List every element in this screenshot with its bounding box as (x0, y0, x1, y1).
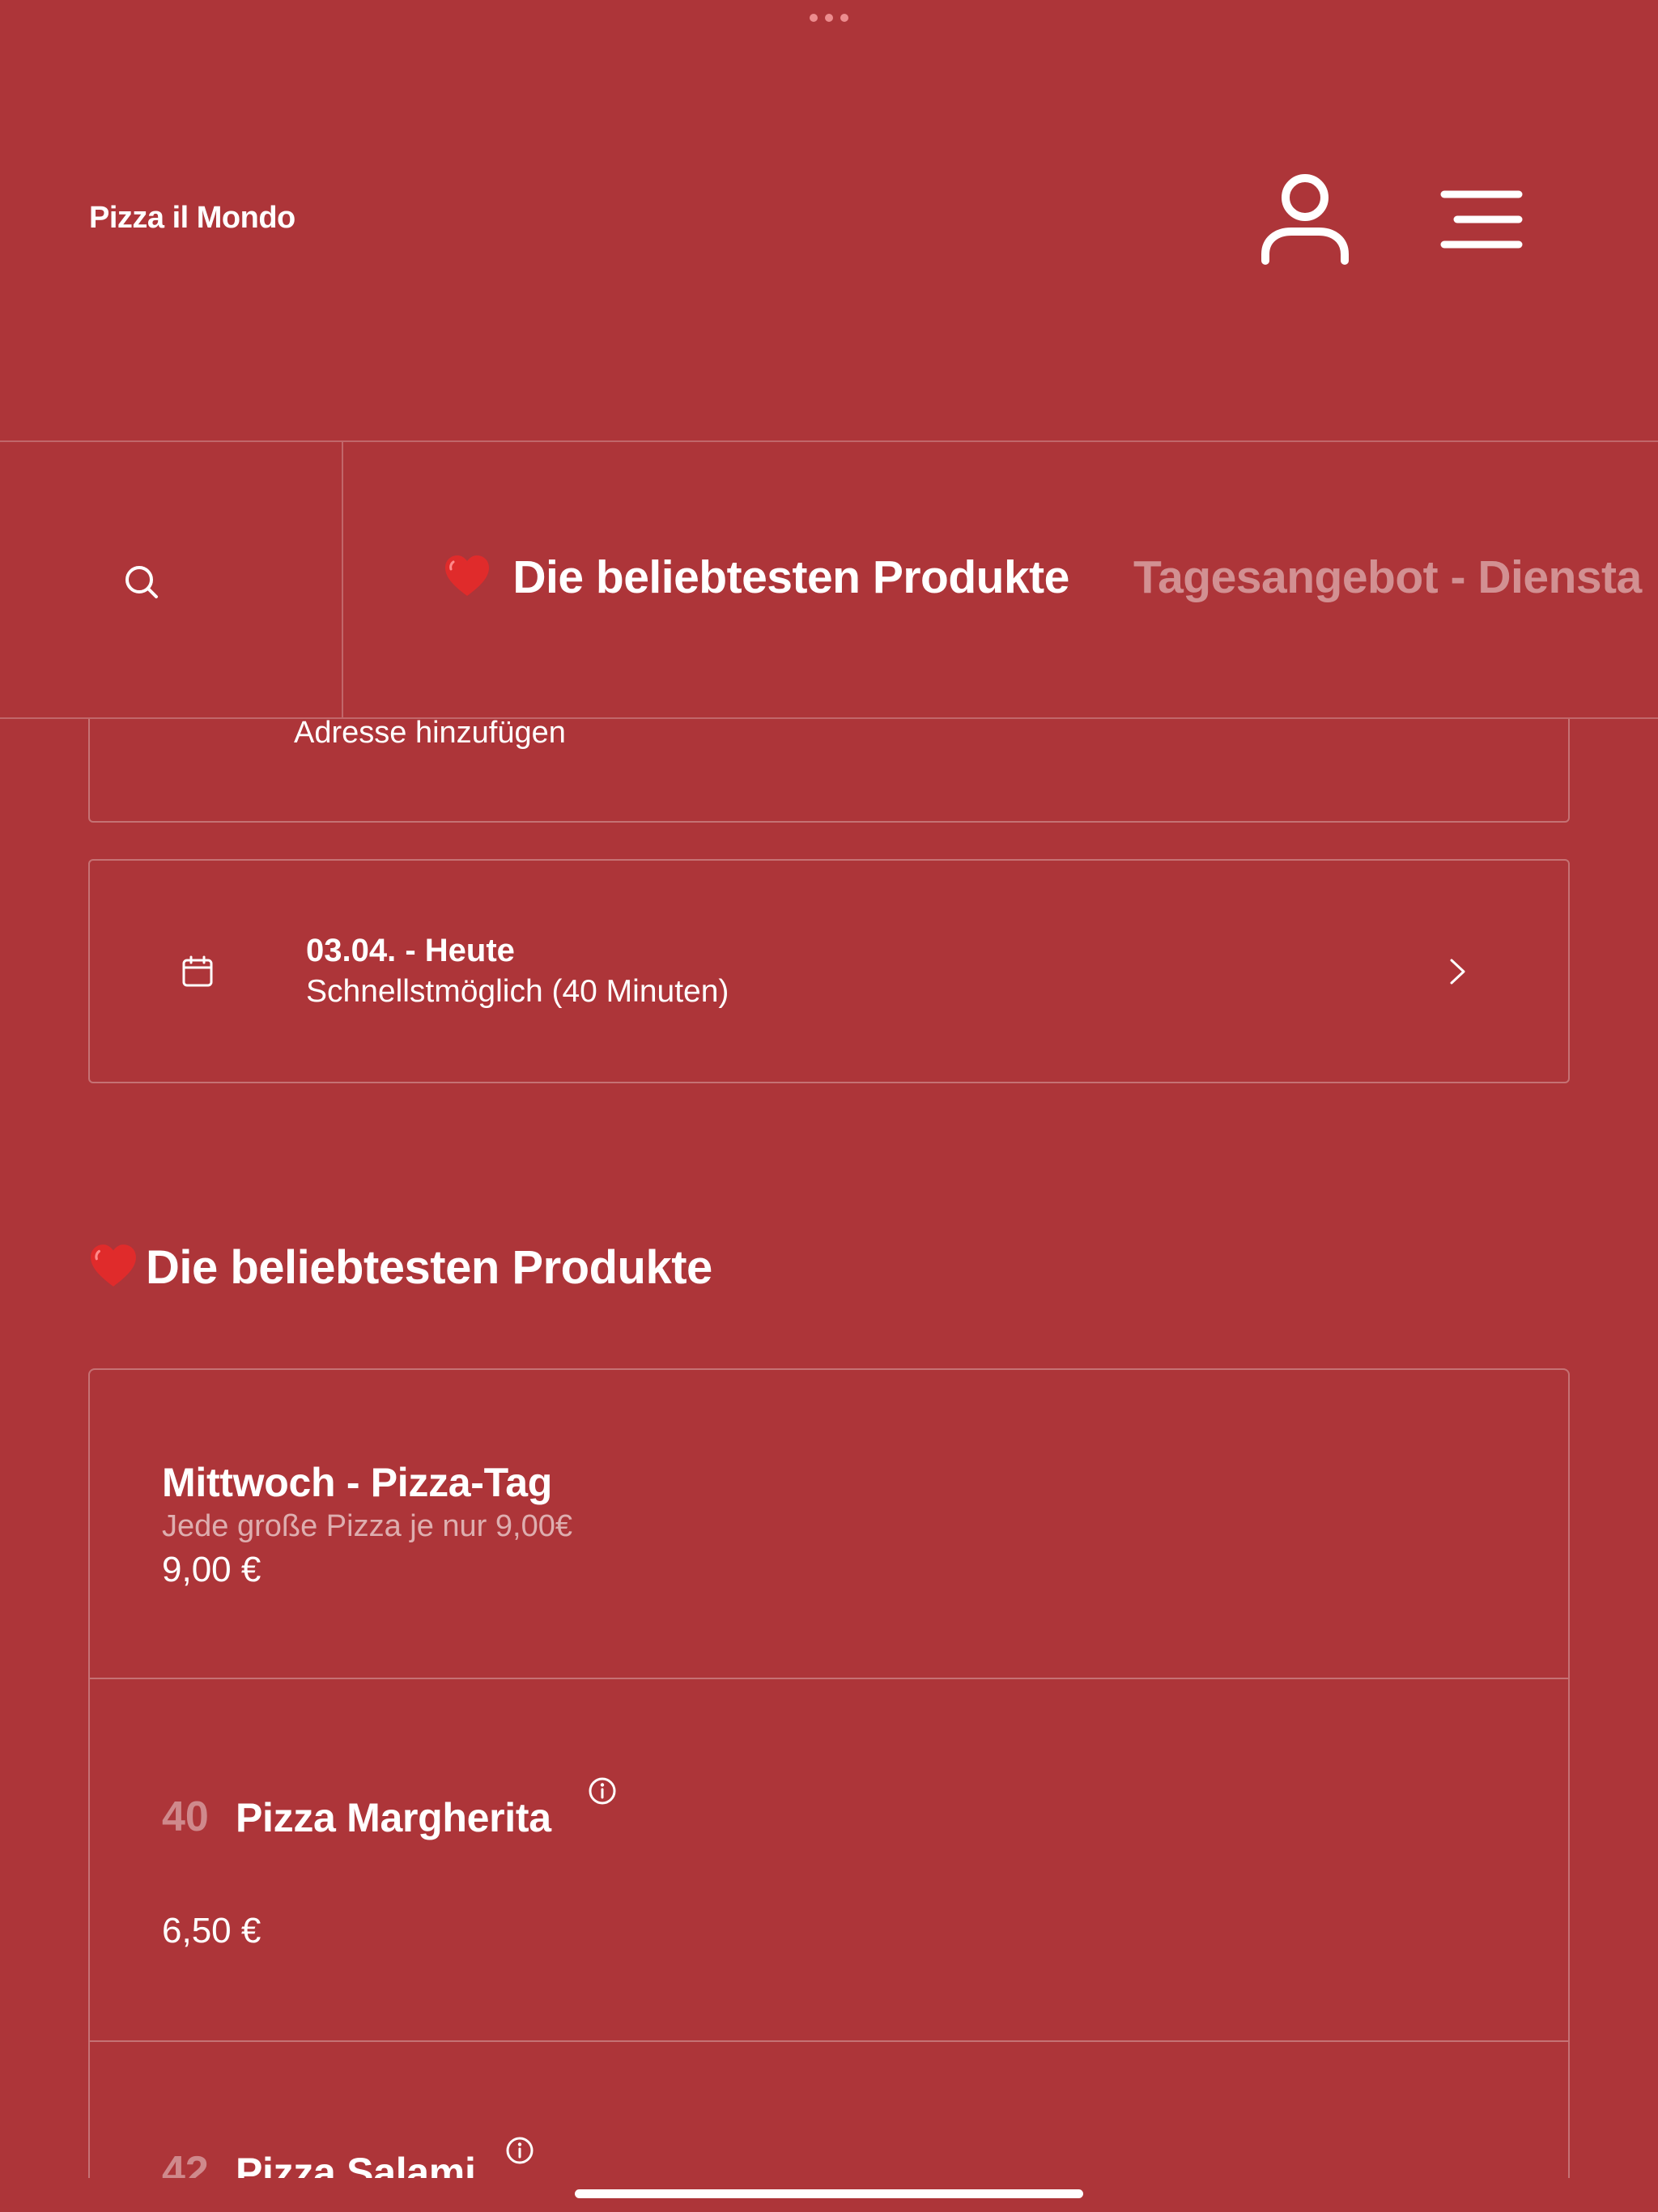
search-icon (125, 566, 158, 598)
product-name: Mittwoch - Pizza-Tag (162, 1460, 552, 1505)
window-drag-handle[interactable] (810, 14, 848, 23)
hamburger-menu-icon (1440, 190, 1523, 249)
heart-icon (91, 1244, 136, 1287)
delivery-time-card[interactable] (88, 859, 1570, 1083)
account-button[interactable] (1259, 170, 1352, 267)
product-list: Mittwoch - Pizza-Tag Jede große Pizza je… (88, 1368, 1570, 2178)
address-text: Adresse hinzufügen (294, 716, 566, 750)
product-description: Jede große Pizza je nur 9,00€ (162, 1509, 572, 1543)
heart-icon (444, 551, 512, 604)
home-indicator[interactable] (575, 2189, 1083, 2198)
product-number: 40 (162, 1793, 209, 1840)
product-name: Pizza Margherita (236, 1795, 551, 1840)
brand-title[interactable]: Pizza il Mondo (89, 201, 295, 236)
chevron-right-icon (1450, 959, 1465, 985)
person-icon (1261, 174, 1349, 265)
menu-button[interactable] (1439, 188, 1524, 251)
dot (810, 14, 818, 22)
dot (840, 14, 848, 22)
info-icon[interactable] (505, 2136, 534, 2165)
section-title: Die beliebtesten Produkte (89, 1240, 712, 1295)
delivery-date: 03.04. - Heute (306, 933, 515, 968)
tab-label: Die beliebtesten Produkte (512, 551, 1069, 603)
product-price: 6,50 € (162, 1911, 261, 1950)
section-title-text: Die beliebtesten Produkte (146, 1241, 712, 1294)
calendar-icon (182, 955, 213, 987)
tab-popular-products[interactable]: Die beliebtesten Produkte (444, 551, 1069, 604)
product-row[interactable]: 42 Pizza Salami (90, 2042, 1568, 2178)
product-number: 42 (162, 2148, 209, 2178)
product-price: 9,00 € (162, 1550, 261, 1589)
search-button[interactable] (0, 442, 343, 717)
product-name: Pizza Salami (236, 2150, 476, 2178)
product-row[interactable]: 40 Pizza Margherita 6,50 € (90, 1679, 1568, 2040)
dot (825, 14, 833, 22)
product-row[interactable]: Mittwoch - Pizza-Tag Jede große Pizza je… (90, 1370, 1568, 1678)
delivery-eta: Schnellstmöglich (40 Minuten) (306, 974, 729, 1009)
tab-daily-offer[interactable]: Tagesangebot - Diensta (1133, 551, 1642, 604)
category-bar: Die beliebtesten Produkte Tagesangebot -… (0, 440, 1658, 719)
info-icon[interactable] (588, 1776, 617, 1806)
